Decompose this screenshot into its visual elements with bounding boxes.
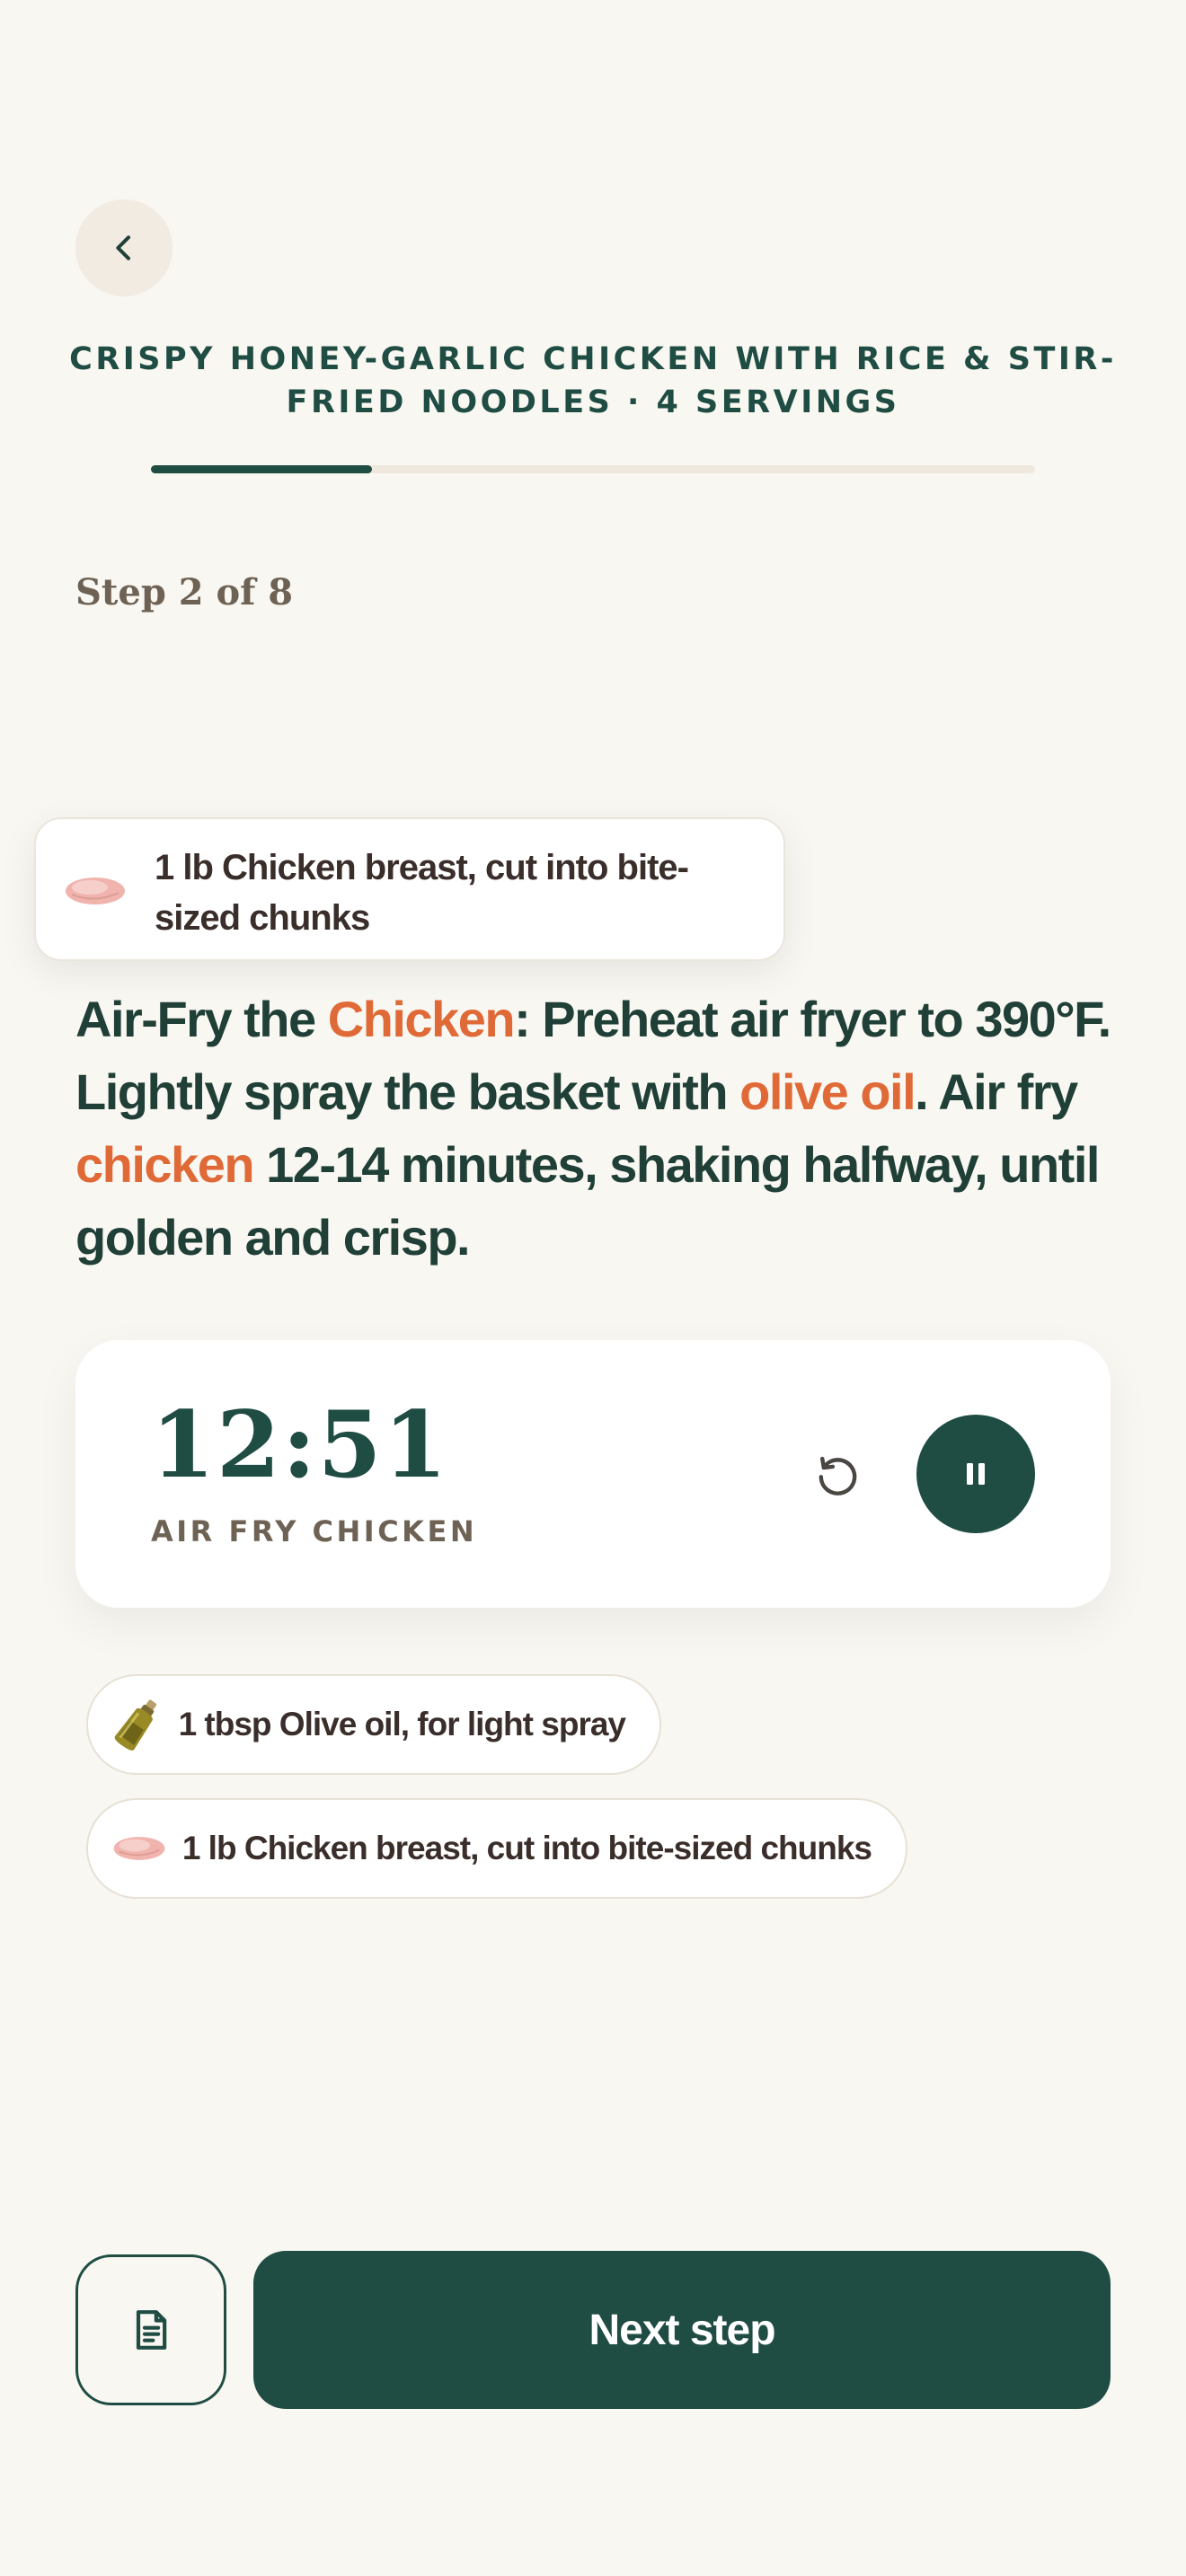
timer-reset-button[interactable] — [809, 1446, 866, 1504]
timer-label: AIR FRY CHICKEN — [151, 1514, 478, 1548]
reset-icon — [819, 1456, 857, 1495]
recipe-notes-button[interactable] — [75, 2254, 226, 2405]
timer-pause-button[interactable] — [916, 1415, 1035, 1533]
step-instruction: Air-Fry the Chicken: Preheat air fryer t… — [75, 983, 1127, 1274]
next-step-button[interactable]: Next step — [253, 2251, 1111, 2409]
ingredient-link-chicken[interactable]: chicken — [75, 1136, 255, 1193]
chicken-breast-icon — [66, 878, 125, 904]
back-button[interactable] — [75, 199, 173, 296]
step-progress-bar — [151, 465, 1035, 473]
timer-card: 12:51 AIR FRY CHICKEN — [75, 1340, 1111, 1608]
ingredient-chip-text: 1 tbsp Olive oil, for light spray — [178, 1706, 626, 1742]
pause-icon — [967, 1463, 985, 1485]
ingredient-tooltip: 1 lb Chicken breast, cut into bite-sized… — [34, 817, 785, 961]
timer-countdown: 12:51 — [151, 1391, 449, 1499]
cooking-step-screen: CRISPY HONEY-GARLIC CHICKEN WITH RICE & … — [0, 0, 1186, 2576]
ingredient-chip-olive-oil[interactable]: 1 tbsp Olive oil, for light spray — [86, 1674, 661, 1775]
recipe-title: CRISPY HONEY-GARLIC CHICKEN WITH RICE & … — [69, 341, 1117, 420]
ingredient-chip-text: 1 lb Chicken breast, cut into bite-sized… — [181, 1830, 872, 1866]
ingredient-link-olive-oil[interactable]: olive oil — [739, 1063, 916, 1120]
instruction-text: . Air fry — [915, 1063, 1078, 1120]
olive-oil-icon — [110, 1693, 166, 1756]
step-label: Step 2 of 8 — [75, 571, 294, 613]
tooltip-text: 1 lb Chicken breast, cut into bite-sized… — [155, 848, 689, 938]
chevron-left-icon — [116, 235, 130, 260]
step-progress-fill — [151, 465, 372, 473]
document-icon — [136, 2310, 167, 2350]
ingredient-chip-chicken[interactable]: 1 lb Chicken breast, cut into bite-sized… — [86, 1798, 907, 1899]
instruction-text: Air-Fry the — [75, 991, 328, 1047]
chicken-breast-icon — [110, 1817, 170, 1880]
ingredient-link-chicken[interactable]: Chicken — [328, 991, 516, 1047]
